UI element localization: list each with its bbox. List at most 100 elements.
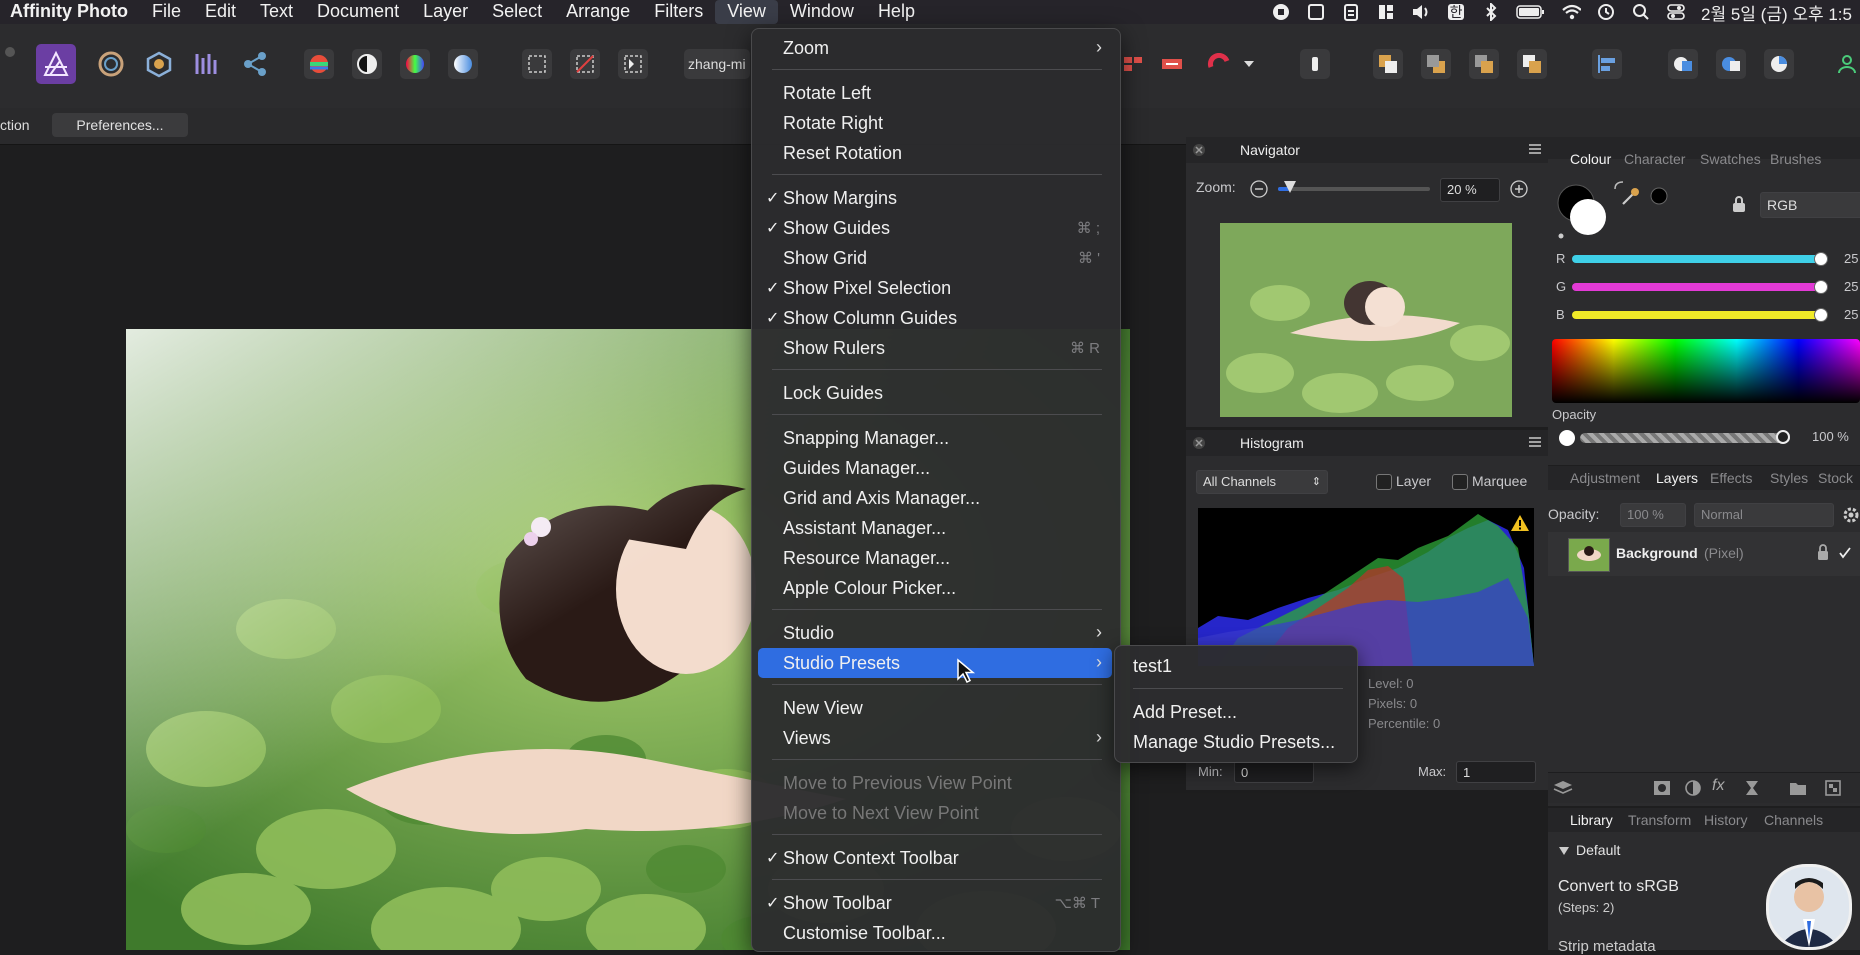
- contrast-icon[interactable]: [352, 49, 382, 79]
- tab-colour[interactable]: Colour: [1570, 151, 1611, 167]
- max-field[interactable]: 1: [1456, 761, 1536, 783]
- close-panel-icon[interactable]: [1192, 143, 1206, 157]
- tab-adjustment[interactable]: Adjustment: [1570, 470, 1640, 486]
- colour-spectrum[interactable]: [1552, 339, 1860, 403]
- tab-stock[interactable]: Stock: [1818, 470, 1853, 486]
- menu-layer[interactable]: Layer: [411, 0, 480, 24]
- window-icon[interactable]: [1306, 3, 1326, 21]
- menu-item-studio-presets[interactable]: Studio Presets ›: [758, 648, 1112, 684]
- menu-item-show-context-toolbar[interactable]: ✓ Show Context Toolbar: [758, 843, 1112, 873]
- menu-filters[interactable]: Filters: [642, 0, 715, 24]
- preset-item-test1[interactable]: test1: [1133, 656, 1172, 677]
- library-category[interactable]: Default: [1576, 842, 1620, 858]
- tab-swatches[interactable]: Swatches: [1700, 151, 1761, 167]
- bluetooth-icon[interactable]: [1481, 3, 1501, 21]
- arrange-forward-icon[interactable]: [1469, 49, 1499, 79]
- menu-item-apple-colour-picker[interactable]: Apple Colour Picker...: [758, 573, 1112, 603]
- photo-persona-icon[interactable]: [36, 44, 76, 84]
- record-icon[interactable]: [1271, 3, 1291, 21]
- tab-layers[interactable]: Layers: [1656, 470, 1698, 486]
- colour-picker-icon[interactable]: [1620, 185, 1642, 207]
- g-slider[interactable]: [1572, 280, 1828, 294]
- panel-menu-icon[interactable]: [1528, 436, 1544, 450]
- menu-item-show-column-guides[interactable]: ✓ Show Column Guides: [758, 303, 1112, 333]
- r-slider[interactable]: [1572, 252, 1828, 266]
- lock-icon[interactable]: [1730, 195, 1748, 213]
- r-value[interactable]: 25: [1844, 251, 1858, 266]
- menu-text[interactable]: Text: [248, 0, 305, 24]
- panel-menu-icon[interactable]: [1528, 143, 1544, 157]
- layer-visible-check-icon[interactable]: [1838, 546, 1852, 560]
- adjustment-icon[interactable]: [1684, 779, 1702, 797]
- macro-name[interactable]: Convert to sRGB: [1558, 878, 1679, 896]
- layers-stack-icon[interactable]: [1552, 779, 1574, 797]
- menu-item-rotate-left[interactable]: Rotate Left: [758, 78, 1112, 108]
- tone-mapping-persona-icon[interactable]: [192, 49, 222, 79]
- opacity-slider-knob[interactable]: [1776, 430, 1790, 444]
- tab-channels[interactable]: Channels: [1764, 812, 1823, 828]
- arrange-back-icon[interactable]: [1373, 49, 1403, 79]
- fx-icon[interactable]: fx: [1712, 777, 1724, 795]
- search-icon[interactable]: [1631, 3, 1651, 21]
- opacity-value[interactable]: 100 %: [1812, 429, 1849, 444]
- arrange-front-icon[interactable]: [1517, 49, 1547, 79]
- tab-character[interactable]: Character: [1624, 151, 1685, 167]
- colour-mode-select[interactable]: RGB: [1760, 192, 1860, 218]
- add-preset-item[interactable]: Add Preset...: [1133, 702, 1237, 723]
- menu-item-show-margins[interactable]: ✓ Show Margins: [758, 183, 1112, 213]
- colour-wheel-icon[interactable]: [400, 49, 430, 79]
- menu-item-reset-rotation[interactable]: Reset Rotation: [758, 138, 1112, 168]
- min-field[interactable]: 0: [1234, 761, 1314, 783]
- menu-item-lock-guides[interactable]: Lock Guides: [758, 378, 1112, 408]
- wifi-icon[interactable]: [1561, 3, 1582, 21]
- menu-edit[interactable]: Edit: [193, 0, 248, 24]
- clipboard-icon[interactable]: [1341, 3, 1361, 21]
- menu-document[interactable]: Document: [305, 0, 411, 24]
- channel-select[interactable]: All Channels ⇕: [1196, 470, 1328, 494]
- develop-persona-icon[interactable]: [144, 49, 174, 79]
- zoom-slider-knob[interactable]: [1284, 181, 1297, 193]
- arrange-backward-icon[interactable]: [1421, 49, 1451, 79]
- menu-item-new-view[interactable]: New View: [758, 693, 1112, 723]
- persona-label[interactable]: zhang-mi: [684, 49, 750, 79]
- menu-item-show-pixel-selection[interactable]: ✓ Show Pixel Selection: [758, 273, 1112, 303]
- user-icon[interactable]: [1832, 49, 1860, 79]
- battery-icon[interactable]: [1516, 3, 1546, 21]
- r-slider-knob[interactable]: [1814, 252, 1828, 266]
- menu-item-show-rulers[interactable]: Show Rulers ⌘ R: [758, 333, 1112, 363]
- app-menu[interactable]: Affinity Photo: [0, 0, 140, 24]
- tab-library[interactable]: Library: [1570, 812, 1613, 828]
- b-slider[interactable]: [1572, 308, 1828, 322]
- tab-effects[interactable]: Effects: [1710, 470, 1753, 486]
- b-value[interactable]: 25: [1844, 307, 1858, 322]
- control-center-icon[interactable]: [1666, 3, 1686, 21]
- b-slider-knob[interactable]: [1814, 308, 1828, 322]
- menu-item-assistant-manager[interactable]: Assistant Manager...: [758, 513, 1112, 543]
- manage-presets-item[interactable]: Manage Studio Presets...: [1133, 732, 1335, 753]
- assistant-icon[interactable]: [1300, 49, 1330, 79]
- invert-selection-icon[interactable]: [618, 49, 648, 79]
- menu-help[interactable]: Help: [866, 0, 927, 24]
- add-pixel-layer-icon[interactable]: [1824, 779, 1842, 797]
- picked-colour-swatch[interactable]: [1648, 185, 1670, 207]
- deselect-icon[interactable]: [570, 49, 600, 79]
- tab-styles[interactable]: Styles: [1770, 470, 1808, 486]
- menu-item-customise-toolbar[interactable]: Customise Toolbar...: [758, 918, 1112, 948]
- opacity-slider[interactable]: [1580, 430, 1790, 444]
- zoom-slider[interactable]: [1278, 181, 1430, 193]
- menu-item-rotate-right[interactable]: Rotate Right: [758, 108, 1112, 138]
- time-machine-icon[interactable]: [1596, 3, 1616, 21]
- macro-next[interactable]: Strip metadata: [1558, 938, 1656, 955]
- layer-row[interactable]: Background (Pixel): [1548, 532, 1860, 576]
- tab-brushes[interactable]: Brushes: [1770, 151, 1821, 167]
- white-balance-icon[interactable]: [448, 49, 478, 79]
- live-filter-icon[interactable]: [1744, 779, 1760, 797]
- blend-mode-select[interactable]: Normal: [1694, 503, 1834, 527]
- layer-opacity-field[interactable]: 100 %: [1620, 503, 1686, 527]
- layer-checkbox[interactable]: [1376, 474, 1392, 490]
- menu-file[interactable]: File: [140, 0, 193, 24]
- export-persona-icon[interactable]: [240, 49, 270, 79]
- tab-transform[interactable]: Transform: [1628, 812, 1691, 828]
- menu-item-snapping-manager[interactable]: Snapping Manager...: [758, 423, 1112, 453]
- boolean-add-icon[interactable]: [1668, 49, 1698, 79]
